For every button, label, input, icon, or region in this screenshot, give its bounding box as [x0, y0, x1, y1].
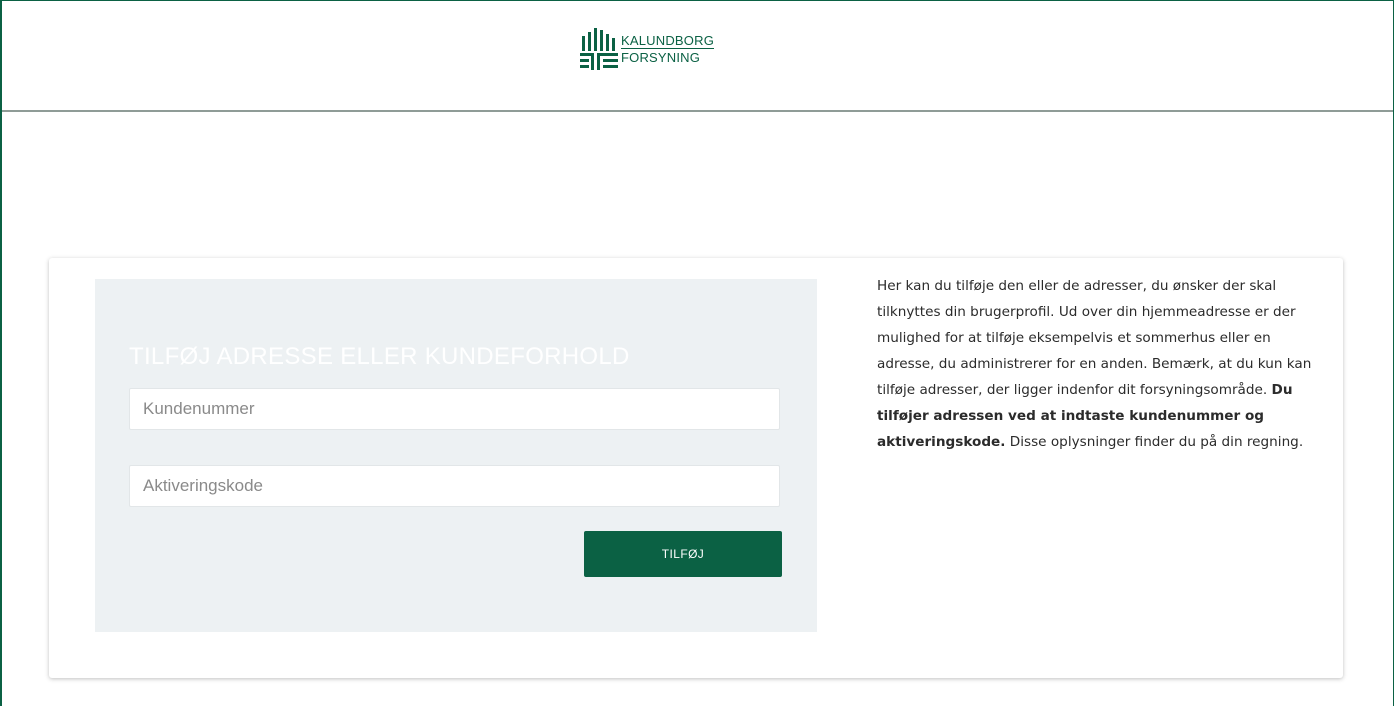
form-title: TILFØJ ADRESSE ELLER KUNDEFORHOLD: [129, 343, 630, 370]
logo-wordmark: KALUNDBORG FORSYNING: [621, 33, 715, 65]
site-header: KALUNDBORG FORSYNING: [2, 1, 1393, 112]
info-text-intro: Her kan du tilføje den eller de adresser…: [877, 278, 1312, 398]
info-text: Her kan du tilføje den eller de adresser…: [877, 273, 1317, 455]
logo-line-2: FORSYNING: [621, 50, 701, 65]
company-logo[interactable]: KALUNDBORG FORSYNING: [580, 28, 715, 70]
logo-line-1: KALUNDBORG: [621, 33, 715, 49]
logo-mark-icon: [580, 28, 618, 70]
info-text-outro: Disse oplysninger finder du på din regni…: [1005, 434, 1304, 450]
activation-code-input[interactable]: [129, 465, 780, 507]
add-button[interactable]: TILFØJ: [584, 531, 782, 577]
add-address-card: TILFØJ ADRESSE ELLER KUNDEFORHOLD TILFØJ…: [49, 258, 1343, 678]
customer-number-input[interactable]: [129, 388, 780, 430]
add-address-form: TILFØJ ADRESSE ELLER KUNDEFORHOLD TILFØJ: [95, 279, 817, 632]
page: KALUNDBORG FORSYNING TILFØJ ADRESSE ELLE…: [0, 0, 1394, 706]
